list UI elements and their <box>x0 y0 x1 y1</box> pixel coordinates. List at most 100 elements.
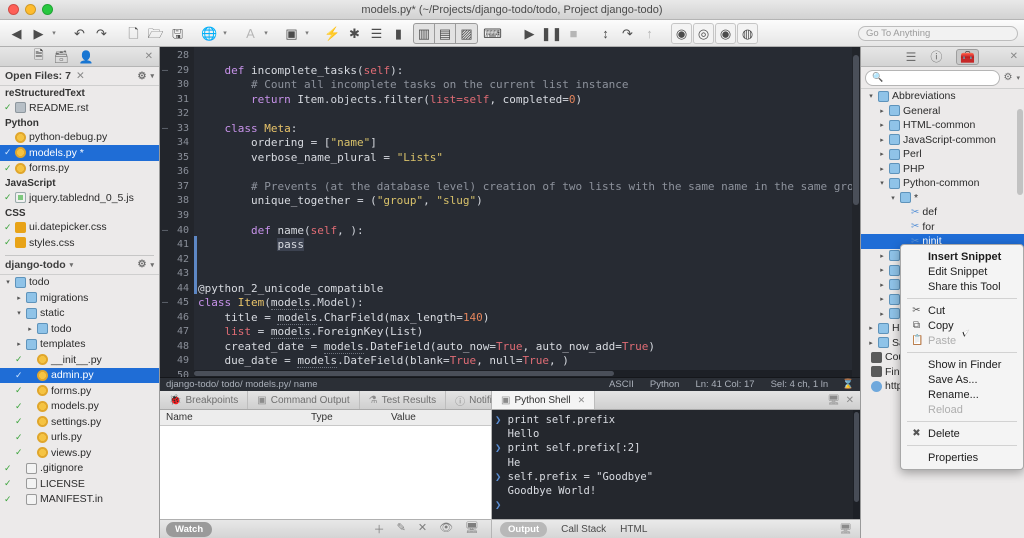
chevron-down-icon[interactable]: ▾ <box>878 179 886 187</box>
menu-item-rename[interactable]: Rename... <box>901 387 1023 402</box>
toolbox-tree-item[interactable]: ▾ Abbreviations <box>861 89 1024 104</box>
project-tree-item[interactable]: ▾ static <box>0 306 159 322</box>
menu-item-show-in-finder[interactable]: Show in Finder <box>901 357 1023 372</box>
back-icon[interactable]: ◀ <box>6 23 27 44</box>
layout-toggle-group[interactable]: ▥ ▤ ▨ <box>413 22 478 44</box>
eye-icon[interactable]: 👁 <box>439 521 453 537</box>
column-value[interactable]: Value <box>385 412 416 423</box>
project-tree-item[interactable]: ✓ views.py <box>0 445 159 461</box>
preview-browser-icon[interactable]: 🌐 <box>199 23 220 44</box>
shell-output[interactable]: ❯ print self.prefix Hello ❯ print self.pr… <box>492 410 860 519</box>
layout-right-pane-icon[interactable]: ▨ <box>456 24 477 43</box>
close-window-button[interactable] <box>8 4 19 15</box>
toolbox-tree-item[interactable]: ▸ General <box>861 104 1024 119</box>
tab-command-output[interactable]: ▣ Command Output <box>248 391 360 409</box>
chevron-right-icon[interactable]: ▸ <box>15 294 23 302</box>
toolbox-tree-item[interactable]: ▸ PHP <box>861 162 1024 177</box>
chevron-down-icon[interactable]: ▾ <box>150 261 154 269</box>
menu-item-insert-snippet[interactable]: Insert Snippet <box>901 249 1023 264</box>
window-controls[interactable] <box>0 4 53 15</box>
redo-icon[interactable]: ↷ <box>91 23 112 44</box>
encoding-label[interactable]: ASCII <box>609 379 634 390</box>
toolbox-tab-icon[interactable]: 🧰 <box>956 48 980 65</box>
toolbox-tree-item[interactable]: ▸ HTML-common <box>861 118 1024 133</box>
language-label[interactable]: Python <box>650 379 680 390</box>
close-icon[interactable]: ✕ <box>578 395 586 406</box>
record-play-icon[interactable]: ◉ <box>715 22 736 44</box>
edit-watch-icon[interactable]: ✎ <box>397 521 406 537</box>
chevron-right-icon[interactable]: ▸ <box>878 281 886 289</box>
lightning-icon[interactable]: ⚡ <box>322 23 343 44</box>
output-tab-call-stack[interactable]: Call Stack <box>561 524 606 535</box>
open-file-item[interactable]: ✓ ui.datepicker.css <box>0 220 159 236</box>
database-tab-icon[interactable]: 🗃 <box>54 50 69 64</box>
tab-test-results[interactable]: ⚗ Test Results <box>360 391 447 409</box>
chevron-down-icon[interactable]: ▾ <box>50 29 58 37</box>
help-tab-icon[interactable]: ⓘ <box>930 48 942 65</box>
chevron-right-icon[interactable]: ▸ <box>26 325 34 333</box>
chevron-right-icon[interactable]: ▸ <box>878 310 886 318</box>
screen-icon[interactable]: 🖥 <box>839 524 852 535</box>
project-tree-item[interactable]: ✓ .gitignore <box>0 461 159 477</box>
gear-icon[interactable]: ⚙ <box>138 71 147 82</box>
chevron-down-icon[interactable]: ▾ <box>221 29 229 37</box>
chevron-right-icon[interactable]: ▸ <box>878 136 886 144</box>
step-into-icon[interactable]: ↕ <box>595 23 616 44</box>
tab-python-shell[interactable]: ▣ Python Shell ✕ <box>492 391 596 409</box>
chevron-down-icon[interactable]: ▾ <box>15 309 23 317</box>
toolbox-tree-item[interactable]: ✂ for <box>861 220 1024 235</box>
layout-left-pane-icon[interactable]: ▥ <box>414 23 435 43</box>
add-watch-icon[interactable]: ＋ <box>374 521 385 537</box>
pause-icon[interactable]: ❚❚ <box>541 23 563 44</box>
screen-icon[interactable]: 🖥 <box>465 521 479 537</box>
output-tab-output[interactable]: Output <box>500 521 548 537</box>
open-file-item[interactable]: ✓ styles.css <box>0 235 159 251</box>
watch-button[interactable]: Watch <box>166 521 213 537</box>
project-tree-item[interactable]: ✓ __init__.py <box>0 352 159 368</box>
record-icon[interactable]: ◉ <box>671 22 692 44</box>
open-file-item[interactable]: ✓ forms.py <box>0 161 159 177</box>
screen-icon[interactable]: 🖥 <box>827 395 840 406</box>
dock-icon[interactable]: ⌨ <box>482 23 503 44</box>
toolbox-tree-item[interactable]: ✂ def <box>861 205 1024 220</box>
fold-toggle-icon[interactable]: — <box>162 64 168 79</box>
context-menu[interactable]: Insert Snippet Edit Snippet Share this Too… <box>900 244 1024 470</box>
chevron-down-icon[interactable]: ▾ <box>150 72 154 80</box>
editor-vertical-scrollbar[interactable] <box>852 47 860 377</box>
menu-item-delete[interactable]: ✖ Delete <box>901 426 1023 441</box>
column-name[interactable]: Name <box>160 412 305 423</box>
open-file-item[interactable]: ✓ models.py * <box>0 145 159 161</box>
layout-bottom-pane-icon[interactable]: ▤ <box>435 23 456 43</box>
chevron-right-icon[interactable]: ▸ <box>878 107 886 115</box>
project-tree-item[interactable]: ✓ MANIFEST.in <box>0 492 159 508</box>
minimize-window-button[interactable] <box>25 4 36 15</box>
menu-item-copy[interactable]: ⧉ Copy <box>901 318 1023 333</box>
chevron-right-icon[interactable]: ▸ <box>15 340 23 348</box>
project-tree-item[interactable]: ▸ todo <box>0 321 159 337</box>
output-tab-html[interactable]: HTML <box>620 524 647 535</box>
files-tab-icon[interactable]: 🗎 <box>34 46 44 67</box>
chevron-down-icon[interactable]: ▾ <box>1016 74 1020 82</box>
project-tree-item[interactable]: ✓ models.py <box>0 399 159 415</box>
record-stop-icon[interactable]: ◎ <box>693 22 714 44</box>
go-to-anything-input[interactable]: Go To Anything <box>858 25 1018 41</box>
collab-tab-icon[interactable]: 👤 <box>79 50 94 64</box>
chevron-down-icon[interactable]: ▾ <box>867 92 875 100</box>
fold-toggle-icon[interactable]: — <box>162 296 168 311</box>
close-icon[interactable]: ✕ <box>145 51 153 62</box>
outline-tab-icon[interactable]: ☰ <box>906 50 917 64</box>
toolbox-tree-item[interactable]: ▸ JavaScript-common <box>861 133 1024 148</box>
project-name[interactable]: django-todo <box>5 259 66 271</box>
chevron-right-icon[interactable]: ▸ <box>878 266 886 274</box>
project-tree-item[interactable]: ▸ templates <box>0 337 159 353</box>
delete-watch-icon[interactable]: ✕ <box>418 521 427 537</box>
book-icon[interactable]: ▮ <box>388 23 409 44</box>
close-icon[interactable]: ✕ <box>76 70 85 82</box>
code-area[interactable]: def incomplete_tasks(self): # Count all … <box>194 47 860 377</box>
tab-breakpoints[interactable]: 🐞 Breakpoints <box>160 391 249 409</box>
chevron-right-icon[interactable]: ▸ <box>878 252 886 260</box>
new-file-icon[interactable]: 🗋 <box>123 23 144 44</box>
project-tree-item[interactable]: ✓ LICENSE <box>0 476 159 492</box>
shell-scrollbar[interactable] <box>853 410 860 519</box>
chevron-down-icon[interactable]: ▾ <box>889 194 897 202</box>
